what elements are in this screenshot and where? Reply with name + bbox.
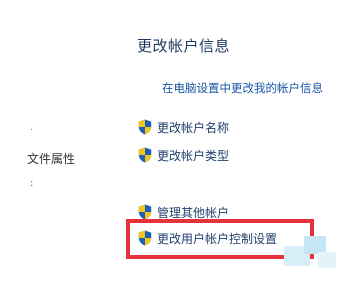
uac-shield-icon <box>138 147 152 163</box>
change-account-name-link[interactable]: 更改帐户名称 <box>138 118 229 136</box>
change-account-type-link[interactable]: 更改帐户类型 <box>138 146 229 164</box>
pixelated-overlay <box>318 252 336 268</box>
left-fragment-3: : <box>30 178 34 189</box>
uac-shield-icon <box>138 204 152 220</box>
task-label: 更改帐户类型 <box>157 148 230 163</box>
pc-settings-link[interactable]: 在电脑设置中更改我的帐户信息 <box>162 80 323 96</box>
task-label: 管理其他帐户 <box>157 205 230 220</box>
uac-shield-icon <box>138 119 152 135</box>
left-fragment-1: · <box>30 125 34 136</box>
file-properties-link[interactable]: 文件属性 <box>27 150 75 167</box>
page-title: 更改帐户信息 <box>137 37 231 55</box>
task-label: 更改帐户名称 <box>157 120 230 135</box>
